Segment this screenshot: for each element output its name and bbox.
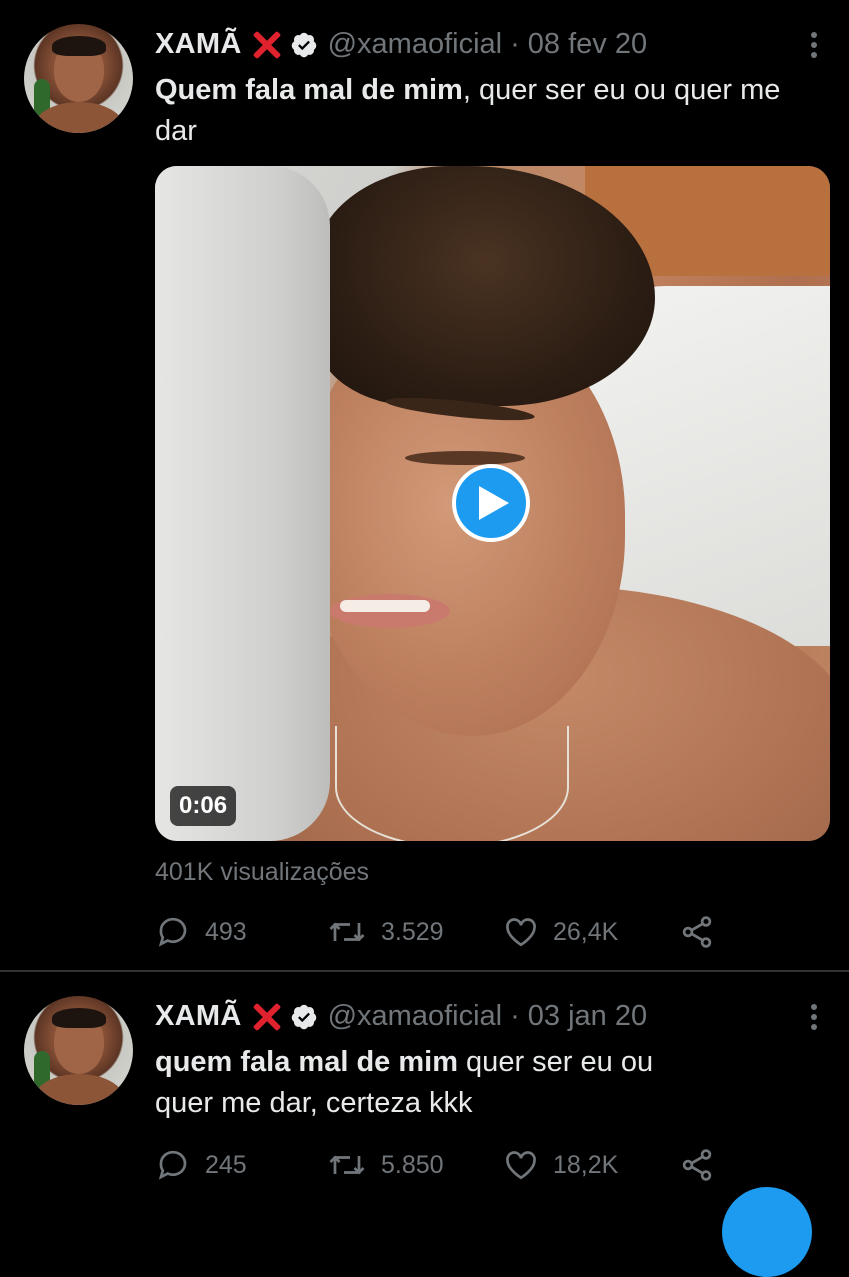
reply-icon bbox=[158, 917, 187, 947]
verified-badge-icon bbox=[291, 32, 316, 57]
avatar[interactable] bbox=[24, 996, 133, 1105]
author-handle[interactable]: @xamaoficial bbox=[328, 28, 503, 61]
tweet-header: XAMÃ @xamaoficial · 03 jan 20 bbox=[155, 1000, 647, 1033]
header-separator: · bbox=[510, 1000, 520, 1032]
tweet-date[interactable]: 08 fev 20 bbox=[528, 28, 647, 61]
share-icon bbox=[682, 1149, 712, 1181]
like-button[interactable]: 18,2K bbox=[503, 1147, 618, 1183]
tweet[interactable]: XAMÃ @xamaoficial · 08 fev 20 Quem fala … bbox=[0, 0, 849, 970]
more-options-icon[interactable] bbox=[800, 1000, 828, 1036]
video-duration: 0:06 bbox=[170, 786, 237, 826]
tweet-text-bold: Quem fala mal de mim bbox=[155, 74, 463, 106]
retweet-button[interactable]: 5.850 bbox=[327, 1147, 444, 1183]
tweet-text: quem fala mal de mim quer ser eu ou quer… bbox=[155, 1042, 695, 1124]
action-bar: 245 5.850 18,2K bbox=[155, 1147, 755, 1187]
reply-count: 245 bbox=[205, 1150, 247, 1179]
red-x-emoji-icon bbox=[252, 30, 282, 60]
play-button[interactable] bbox=[452, 464, 530, 542]
tweet-date[interactable]: 03 jan 20 bbox=[528, 1000, 647, 1033]
retweet-button[interactable]: 3.529 bbox=[327, 914, 444, 950]
reply-icon bbox=[158, 1150, 187, 1180]
heart-icon bbox=[506, 918, 536, 947]
retweet-icon bbox=[329, 922, 365, 942]
play-icon bbox=[479, 486, 509, 520]
author-name[interactable]: XAMÃ bbox=[155, 1000, 242, 1033]
share-button[interactable] bbox=[679, 914, 715, 950]
reply-button[interactable]: 493 bbox=[155, 914, 247, 950]
avatar[interactable] bbox=[24, 24, 133, 133]
view-count[interactable]: 401K visualizações bbox=[155, 858, 369, 887]
action-bar: 493 3.529 26,4K bbox=[155, 914, 755, 954]
author-name[interactable]: XAMÃ bbox=[155, 28, 242, 61]
reply-count: 493 bbox=[205, 917, 247, 946]
tweet-text: Quem fala mal de mim, quer ser eu ou que… bbox=[155, 70, 805, 152]
more-options-icon[interactable] bbox=[800, 28, 828, 64]
retweet-icon bbox=[329, 1155, 365, 1175]
like-count: 18,2K bbox=[553, 1150, 619, 1179]
share-icon bbox=[682, 916, 712, 948]
header-separator: · bbox=[510, 28, 520, 60]
heart-icon bbox=[506, 1151, 536, 1180]
tweet-text-bold: quem fala mal de mim bbox=[155, 1046, 458, 1078]
like-button[interactable]: 26,4K bbox=[503, 914, 618, 950]
compose-button[interactable] bbox=[722, 1187, 812, 1277]
retweet-count: 5.850 bbox=[381, 1150, 444, 1179]
share-button[interactable] bbox=[679, 1147, 715, 1183]
reply-button[interactable]: 245 bbox=[155, 1147, 247, 1183]
retweet-count: 3.529 bbox=[381, 917, 444, 946]
verified-badge-icon bbox=[291, 1004, 316, 1029]
red-x-emoji-icon bbox=[252, 1002, 282, 1032]
tweet[interactable]: XAMÃ @xamaoficial · 03 jan 20 quem fala … bbox=[0, 972, 849, 1200]
like-count: 26,4K bbox=[553, 917, 619, 946]
author-handle[interactable]: @xamaoficial bbox=[328, 1000, 503, 1033]
video-player[interactable]: 0:06 bbox=[155, 166, 830, 841]
tweet-header: XAMÃ @xamaoficial · 08 fev 20 bbox=[155, 28, 647, 61]
